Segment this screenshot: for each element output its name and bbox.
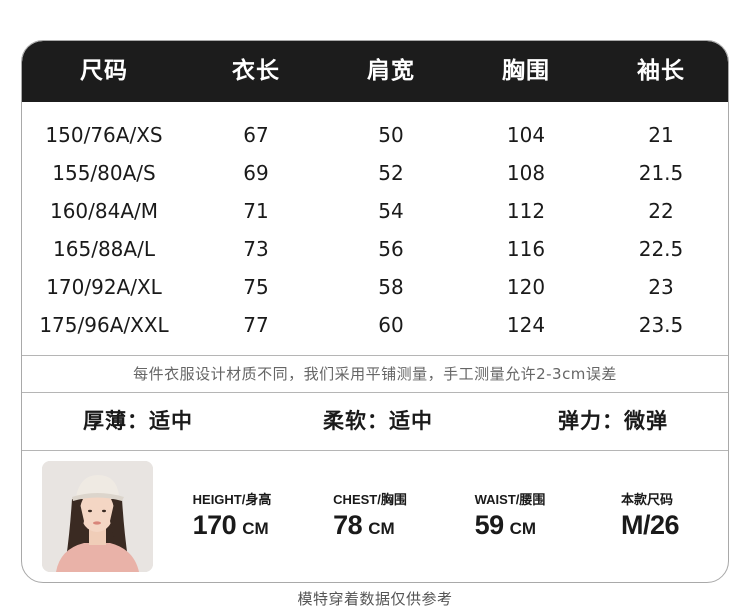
- cell-length: 77: [243, 313, 269, 337]
- cell-chest: 116: [506, 237, 546, 261]
- cell-length: 73: [243, 237, 269, 261]
- table-row: 160/84A/M 71 54 112 22: [22, 192, 728, 230]
- cell-size: 155/80A/S: [52, 161, 156, 185]
- cell-sleeve: 23.5: [638, 313, 684, 337]
- model-height: HEIGHT/身高 170 CM: [193, 489, 272, 541]
- cell-sleeve: 21: [648, 123, 674, 147]
- header-sleeve: 袖长: [637, 58, 685, 84]
- divider: [22, 355, 728, 356]
- divider: [22, 450, 728, 451]
- cell-length: 69: [243, 161, 269, 185]
- cell-length: 67: [243, 123, 269, 147]
- softness-property: 柔软：适中: [323, 409, 433, 433]
- waist-unit: CM: [509, 519, 537, 538]
- chest-label: CHEST/胸围: [333, 492, 407, 507]
- footer-note: 模特穿着数据仅供参考: [297, 590, 453, 608]
- thickness-property: 厚薄：适中: [83, 409, 193, 433]
- cell-length: 75: [243, 275, 269, 299]
- header-length: 衣长: [232, 58, 280, 84]
- measurement-note: 每件衣服设计材质不同，我们采用平铺测量，手工测量允许2-3cm误差: [133, 365, 617, 383]
- model-size: 本款尺码 M/26: [620, 489, 680, 541]
- table-row: 170/92A/XL 75 58 120 23: [22, 268, 728, 306]
- height-value: 170: [192, 510, 237, 540]
- size-chart-card: 尺码 衣长 肩宽 胸围 袖长 150/76A/XS 67 50 104 21 1…: [21, 40, 729, 583]
- cell-shoulder: 54: [378, 199, 404, 223]
- elasticity-property: 弹力：微弹: [558, 409, 668, 433]
- table-body: 150/76A/XS 67 50 104 21 155/80A/S 69 52 …: [22, 116, 728, 344]
- header-shoulder: 肩宽: [367, 58, 415, 84]
- cell-size: 160/84A/M: [49, 199, 159, 223]
- table-header: 尺码 衣长 肩宽 胸围 袖长: [22, 41, 728, 102]
- cell-shoulder: 52: [378, 161, 404, 185]
- size-value: M/26: [620, 510, 680, 540]
- chest-value: 78: [333, 510, 363, 540]
- table-row: 165/88A/L 73 56 116 22.5: [22, 230, 728, 268]
- height-unit: CM: [242, 519, 269, 538]
- header-chest: 胸围: [502, 58, 550, 84]
- cell-sleeve: 21.5: [638, 161, 684, 185]
- cell-shoulder: 56: [378, 237, 404, 261]
- cell-size: 165/88A/L: [53, 237, 155, 261]
- cell-chest: 112: [506, 199, 546, 223]
- height-label: HEIGHT/身高: [192, 492, 272, 507]
- cell-shoulder: 58: [378, 275, 404, 299]
- cell-shoulder: 50: [378, 123, 404, 147]
- model-waist: WAIST/腰围 59 CM: [475, 489, 546, 541]
- model-photo: [42, 461, 153, 572]
- size-label: 本款尺码: [620, 492, 673, 507]
- table-row: 175/96A/XXL 77 60 124 23.5: [22, 306, 728, 344]
- cell-size: 150/76A/XS: [45, 123, 163, 147]
- table-row: 150/76A/XS 67 50 104 21: [22, 116, 728, 154]
- cell-chest: 104: [506, 123, 546, 147]
- cell-size: 175/96A/XXL: [39, 313, 169, 337]
- cell-length: 71: [243, 199, 269, 223]
- cell-sleeve: 22.5: [638, 237, 684, 261]
- waist-label: WAIST/腰围: [474, 492, 546, 507]
- cell-shoulder: 60: [378, 313, 404, 337]
- cell-chest: 120: [506, 275, 546, 299]
- cell-chest: 124: [506, 313, 546, 337]
- cell-sleeve: 23: [648, 275, 674, 299]
- model-chest: CHEST/胸围 78 CM: [333, 489, 407, 541]
- cell-chest: 108: [506, 161, 546, 185]
- header-size: 尺码: [80, 58, 128, 84]
- cell-size: 170/92A/XL: [46, 275, 162, 299]
- table-row: 155/80A/S 69 52 108 21.5: [22, 154, 728, 192]
- chest-unit: CM: [368, 519, 395, 538]
- cell-sleeve: 22: [648, 199, 674, 223]
- waist-value: 59: [474, 510, 505, 540]
